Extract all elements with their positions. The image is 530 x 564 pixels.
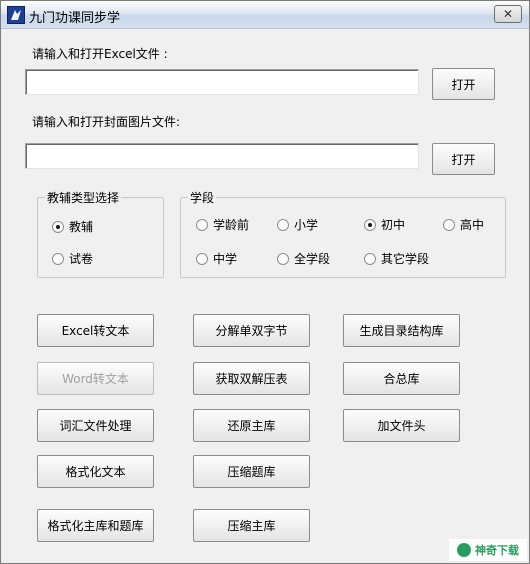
radio-primary[interactable]: 小学 xyxy=(277,216,318,233)
radio-label: 学龄前 xyxy=(213,218,250,232)
radio-label: 全学段 xyxy=(294,252,331,266)
radio-label: 中学 xyxy=(213,252,238,266)
main-window: 九门功课同步学 ✕ 请输入和打开Excel文件 : 打开 请输入和打开封面图片文… xyxy=(0,0,530,564)
radio-preschool[interactable]: 学龄前 xyxy=(196,216,249,233)
title-bar[interactable]: 九门功课同步学 ✕ xyxy=(1,1,529,29)
close-button[interactable]: ✕ xyxy=(494,5,522,23)
type-groupbox: 教辅类型选择 教辅 试卷 xyxy=(37,189,164,278)
radio-unchecked-icon xyxy=(196,252,208,265)
split-bytes-button[interactable]: 分解单双字节 xyxy=(193,314,310,347)
radio-label: 小学 xyxy=(294,218,319,232)
radio-unchecked-icon xyxy=(277,218,289,231)
watermark-logo-icon xyxy=(457,543,471,557)
vocab-file-button[interactable]: 词汇文件处理 xyxy=(37,409,154,442)
cover-image-label: 请输入和打开封面图片文件: xyxy=(32,115,181,129)
radio-unchecked-icon xyxy=(277,252,289,265)
radio-unchecked-icon xyxy=(443,218,455,231)
compress-main-button[interactable]: 压缩主库 xyxy=(193,509,310,542)
word-to-text-button[interactable]: Word转文本 xyxy=(37,362,154,395)
open-cover-button[interactable]: 打开 xyxy=(432,143,495,175)
excel-file-label: 请输入和打开Excel文件 : xyxy=(32,47,168,61)
app-icon xyxy=(7,6,25,24)
radio-unchecked-icon xyxy=(52,252,64,265)
radio-checked-icon xyxy=(364,218,376,231)
window-title: 九门功课同步学 xyxy=(29,11,121,26)
radio-senior[interactable]: 高中 xyxy=(443,216,484,233)
format-text-button[interactable]: 格式化文本 xyxy=(37,455,154,488)
radio-unchecked-icon xyxy=(196,218,208,231)
compress-questions-button[interactable]: 压缩题库 xyxy=(193,455,310,488)
excel-path-input[interactable] xyxy=(25,69,419,95)
radio-middle[interactable]: 中学 xyxy=(196,250,237,267)
radio-label: 高中 xyxy=(460,218,485,232)
merge-total-button[interactable]: 合总库 xyxy=(343,362,460,395)
cover-path-input[interactable] xyxy=(25,143,419,169)
radio-checked-icon xyxy=(52,220,64,233)
radio-other-stages[interactable]: 其它学段 xyxy=(364,250,429,267)
watermark-text: 神奇下载 xyxy=(475,544,519,557)
radio-unchecked-icon xyxy=(364,252,376,265)
radio-label: 教辅 xyxy=(69,220,94,234)
radio-all-stages[interactable]: 全学段 xyxy=(277,250,330,267)
stage-group-title: 学段 xyxy=(188,189,217,206)
type-group-title: 教辅类型选择 xyxy=(45,189,122,206)
radio-shijuan[interactable]: 试卷 xyxy=(52,250,93,267)
radio-label: 试卷 xyxy=(69,252,94,266)
restore-main-button[interactable]: 还原主库 xyxy=(193,409,310,442)
excel-to-text-button[interactable]: Excel转文本 xyxy=(37,314,154,347)
generate-toc-button[interactable]: 生成目录结构库 xyxy=(343,314,460,347)
get-double-table-button[interactable]: 获取双解压表 xyxy=(193,362,310,395)
radio-label: 初中 xyxy=(381,218,406,232)
watermark: 神奇下载 xyxy=(449,539,527,561)
radio-jiaofu[interactable]: 教辅 xyxy=(52,218,93,235)
radio-label: 其它学段 xyxy=(381,252,430,266)
radio-junior[interactable]: 初中 xyxy=(364,216,405,233)
format-main-questions-button[interactable]: 格式化主库和题库 xyxy=(37,509,154,542)
add-header-button[interactable]: 加文件头 xyxy=(343,409,460,442)
stage-groupbox: 学段 学龄前 小学 初中 高中 中学 全学段 其它学段 xyxy=(180,189,506,278)
open-excel-button[interactable]: 打开 xyxy=(432,68,495,100)
